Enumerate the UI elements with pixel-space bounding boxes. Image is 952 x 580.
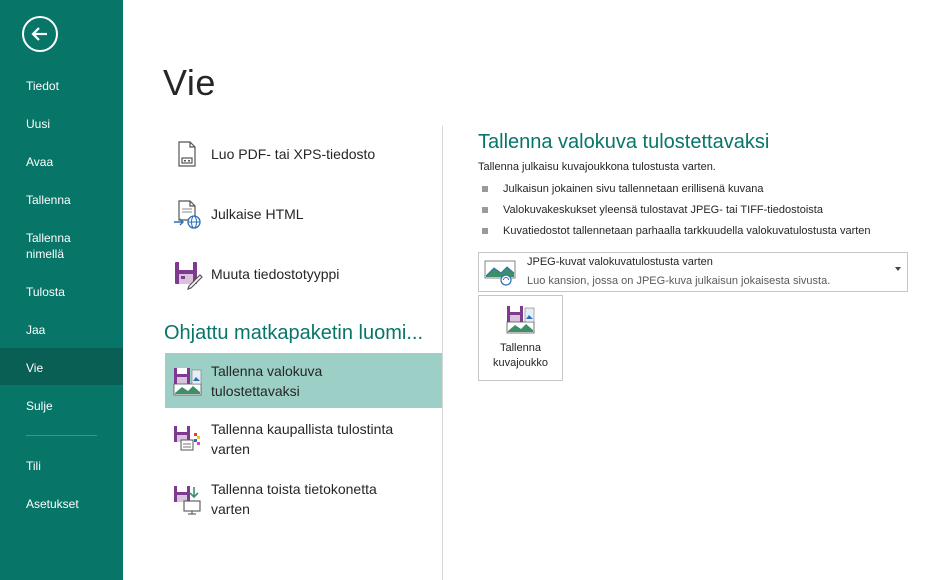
save-image-set-button[interactable]: Tallenna kuvajoukko <box>478 295 563 381</box>
backstage-sidebar: Tiedot Uusi Avaa Tallenna Tallenna nimel… <box>0 0 123 580</box>
option-label-line1: Tallenna kaupallista tulostinta <box>211 421 394 437</box>
option-label: Luo PDF- tai XPS-tiedosto <box>211 146 376 162</box>
option-save-commercial-printer[interactable]: Tallenna kaupallista tulostinta varten <box>165 414 442 464</box>
save-photo-icon <box>165 361 211 401</box>
save-image-set-icon <box>504 305 538 342</box>
bullet-text: Julkaisun jokainen sivu tallennetaan eri… <box>503 183 764 195</box>
bullet-text: Kuvatiedostot tallennetaan parhaalla tar… <box>503 225 871 237</box>
column-divider <box>442 126 443 580</box>
publish-html-icon <box>165 194 211 234</box>
nav-item-label: Tallenna nimellä <box>26 231 71 261</box>
dropdown-title: JPEG-kuvat valokuvatulostusta varten <box>527 256 713 268</box>
option-label-line1: Tallenna toista tietokonetta <box>211 481 377 497</box>
dropdown-subtitle: Luo kansion, jossa on JPEG-kuva julkaisu… <box>527 275 831 287</box>
nav-item-avaa[interactable]: Avaa <box>0 154 123 170</box>
panel-bullet: Julkaisun jokainen sivu tallennetaan eri… <box>482 183 764 195</box>
save-commercial-printer-icon <box>165 419 211 459</box>
nav-item-label: Tiedot <box>26 79 59 93</box>
nav-item-label: Sulje <box>26 399 53 413</box>
option-label: Tallenna kaupallista tulostinta varten <box>211 419 393 459</box>
sidebar-divider <box>26 435 97 436</box>
bullet-square-icon <box>482 186 488 192</box>
back-arrow-icon <box>31 27 47 41</box>
nav-item-label: Tallenna <box>26 193 71 207</box>
back-button[interactable] <box>22 16 58 52</box>
option-publish-html[interactable]: Julkaise HTML <box>165 194 442 234</box>
nav-item-label: Asetukset <box>26 497 79 511</box>
button-label-line1: Tallenna <box>500 342 541 354</box>
nav-item-label: Jaa <box>26 323 46 337</box>
nav-item-label: Tulosta <box>26 285 65 299</box>
panel-description: Tallenna julkaisu kuvajoukkona tulostust… <box>478 161 716 173</box>
nav-item-jaa[interactable]: Jaa <box>0 322 123 338</box>
option-label-line2: varten <box>211 501 250 517</box>
nav-item-tallenna-nimella[interactable]: Tallenna nimellä <box>0 230 100 262</box>
save-image-set-label: Tallenna kuvajoukko <box>479 341 562 371</box>
bullet-square-icon <box>482 207 488 213</box>
nav-item-label: Tili <box>26 459 41 473</box>
nav-item-sulje[interactable]: Sulje <box>0 398 123 414</box>
nav-item-asetukset[interactable]: Asetukset <box>0 496 123 512</box>
option-label: Julkaise HTML <box>211 206 304 222</box>
option-save-other-computer[interactable]: Tallenna toista tietokonetta varten <box>165 474 442 524</box>
nav-item-tiedot[interactable]: Tiedot <box>0 78 123 94</box>
option-label-line2: tulostettavaksi <box>211 382 300 399</box>
pack-and-go-heading: Ohjattu matkapaketin luomi... <box>164 322 424 344</box>
nav-item-tallenna[interactable]: Tallenna <box>0 192 123 208</box>
button-label-line2: kuvajoukko <box>492 357 549 369</box>
nav-item-label: Vie <box>26 361 44 375</box>
save-other-computer-icon <box>165 479 211 519</box>
page-title: Vie <box>163 62 216 103</box>
chevron-down-icon <box>895 267 901 271</box>
option-save-photo-printing[interactable]: Tallenna valokuva tulostettavaksi <box>165 353 442 408</box>
option-label: Tallenna toista tietokonetta varten <box>211 479 377 519</box>
option-label-line2: varten <box>211 441 250 457</box>
option-label: Tallenna valokuva tulostettavaksi <box>211 361 322 401</box>
nav-item-label: Uusi <box>26 117 51 131</box>
nav-item-vie[interactable]: Vie <box>0 348 123 385</box>
option-label-line1: Tallenna valokuva <box>211 362 323 379</box>
option-create-pdf-xps[interactable]: Luo PDF- tai XPS-tiedosto <box>165 134 442 174</box>
panel-title: Tallenna valokuva tulostettavaksi <box>478 131 770 153</box>
bullet-text: Valokuvakeskukset yleensä tulostavat JPE… <box>503 204 823 216</box>
nav-item-tili[interactable]: Tili <box>0 458 123 474</box>
bullet-square-icon <box>482 228 488 234</box>
pdf-xps-document-icon <box>165 134 211 174</box>
change-file-type-icon <box>165 254 211 294</box>
option-change-file-type[interactable]: Muuta tiedostotyyppi <box>165 254 442 294</box>
option-label: Muuta tiedostotyyppi <box>211 266 340 282</box>
nav-item-label: Avaa <box>26 155 54 169</box>
image-format-dropdown[interactable]: JPEG-kuvat valokuvatulostusta varten Luo… <box>478 252 908 292</box>
panel-bullet: Valokuvakeskukset yleensä tulostavat JPE… <box>482 204 823 216</box>
nav-item-tulosta[interactable]: Tulosta <box>0 284 123 300</box>
jpeg-photo-icon <box>484 260 516 291</box>
nav-item-uusi[interactable]: Uusi <box>0 116 123 132</box>
panel-bullet: Kuvatiedostot tallennetaan parhaalla tar… <box>482 225 871 237</box>
